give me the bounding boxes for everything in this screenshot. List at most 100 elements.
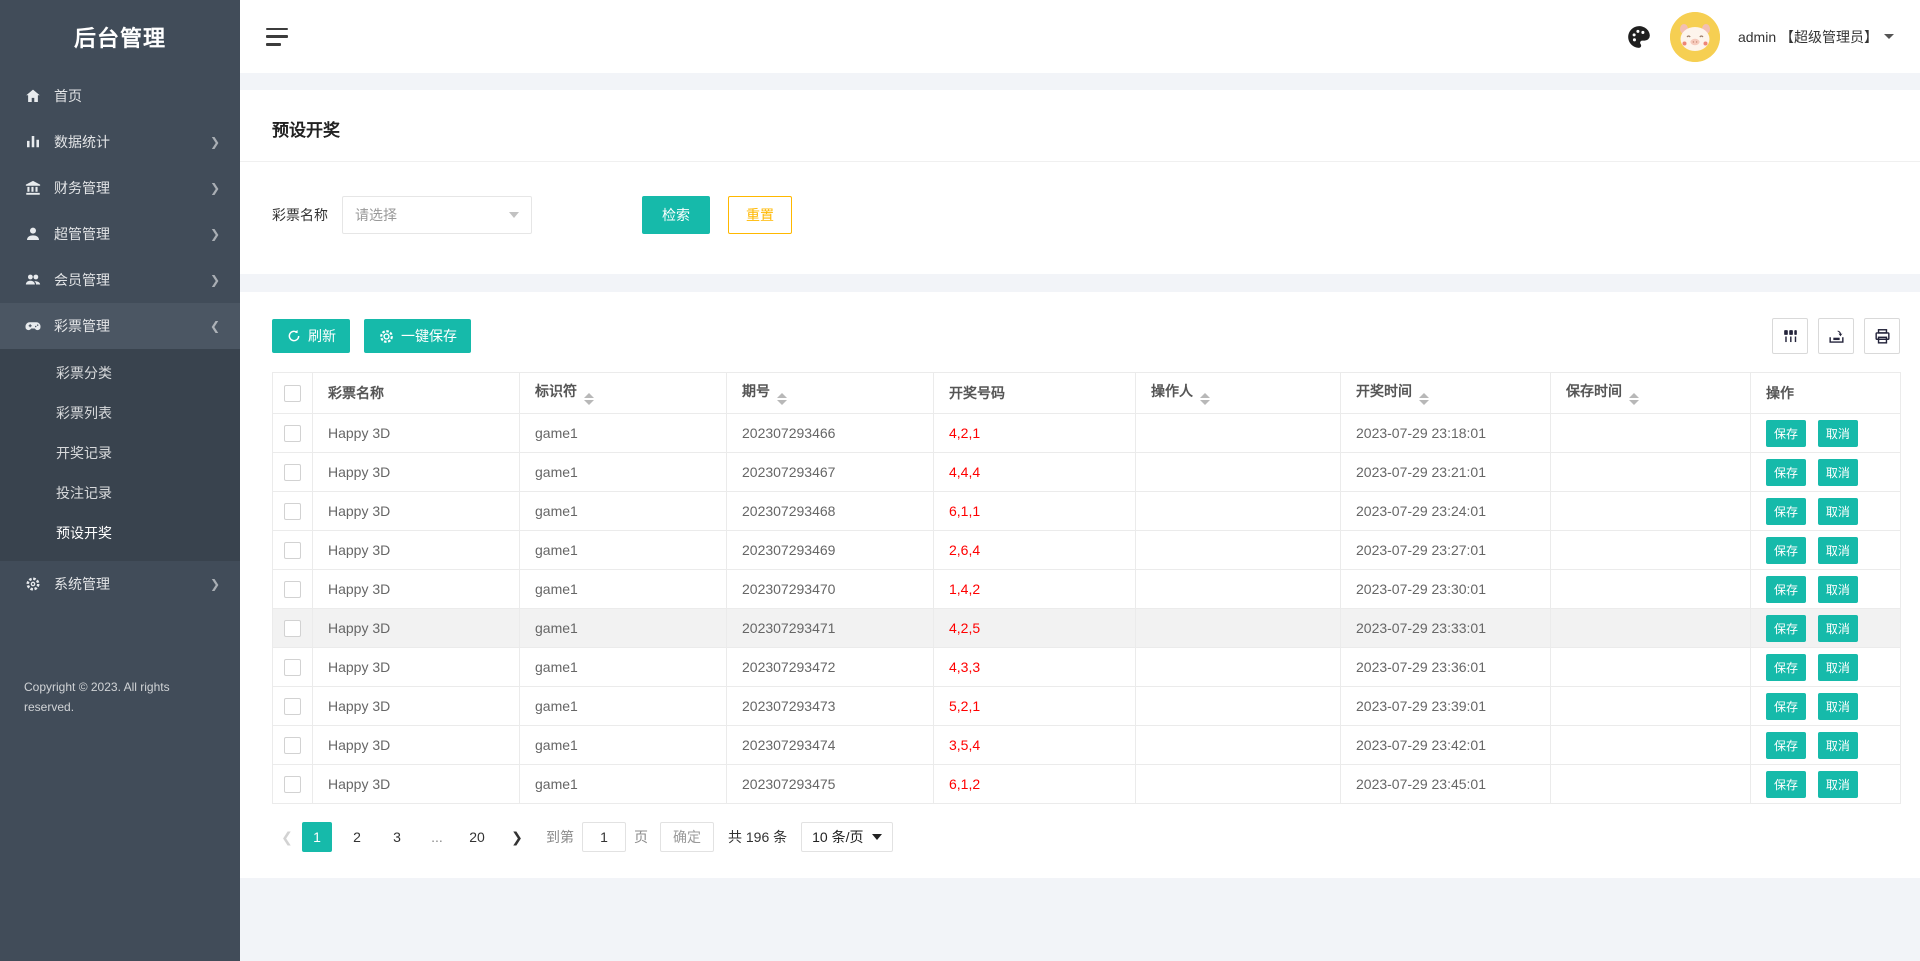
pagination-page-3[interactable]: 3 [382, 822, 412, 852]
topbar: admin 【超级管理员】 [240, 0, 1920, 73]
per-page-select[interactable]: 10 条/页 [801, 822, 893, 852]
sidebar-subitem-lottery-list[interactable]: 彩票列表 [0, 393, 240, 433]
user-menu[interactable]: admin 【超级管理员】 [1738, 27, 1894, 47]
cell-lottery-name: Happy 3D [312, 491, 520, 531]
row-save-button[interactable]: 保存 [1766, 614, 1807, 642]
row-save-button[interactable]: 保存 [1766, 536, 1807, 564]
row-save-button[interactable]: 保存 [1766, 731, 1807, 759]
sort-icon[interactable] [584, 393, 594, 405]
sidebar-item-home[interactable]: 首页 [0, 73, 240, 119]
column-header-operator[interactable]: 操作人 [1135, 372, 1341, 414]
pagination-page-20[interactable]: 20 [462, 822, 492, 852]
column-header-name[interactable]: 彩票名称 [312, 372, 520, 414]
select-caret-icon [871, 834, 882, 840]
chart-icon [24, 133, 42, 151]
row-checkbox[interactable] [284, 775, 301, 793]
sidebar-subitem-bet-records[interactable]: 投注记录 [0, 473, 240, 513]
page-word: 页 [634, 829, 648, 845]
sidebar-item-system[interactable]: 系统管理 ❯ [0, 561, 240, 607]
row-cancel-button[interactable]: 取消 [1817, 692, 1858, 720]
user-avatar[interactable] [1669, 11, 1720, 62]
cell-lottery-name: Happy 3D [312, 413, 520, 453]
select-all-checkbox[interactable] [284, 384, 301, 402]
refresh-button[interactable]: 刷新 [272, 319, 350, 353]
row-save-button[interactable]: 保存 [1766, 419, 1807, 447]
cell-issue: 202307293468 [726, 491, 934, 531]
sidebar-item-members[interactable]: 会员管理 ❯ [0, 257, 240, 303]
row-save-button[interactable]: 保存 [1766, 770, 1807, 798]
sort-icon[interactable] [1419, 393, 1429, 405]
menu-collapse-icon[interactable] [266, 27, 290, 46]
sidebar-item-statistics[interactable]: 数据统计 ❯ [0, 119, 240, 165]
row-checkbox[interactable] [284, 619, 301, 637]
column-header-save-time[interactable]: 保存时间 [1550, 372, 1751, 414]
cell-draw-numbers: 4,2,1 [933, 413, 1136, 453]
row-save-button[interactable]: 保存 [1766, 692, 1807, 720]
row-cancel-button[interactable]: 取消 [1817, 614, 1858, 642]
cell-lottery-name: Happy 3D [312, 608, 520, 648]
row-checkbox[interactable] [284, 502, 301, 520]
table-row: Happy 3D game1 202307293469 2,6,4 2023-0… [272, 530, 1901, 570]
print-icon [1874, 328, 1890, 344]
row-checkbox[interactable] [284, 736, 301, 754]
row-cancel-button[interactable]: 取消 [1817, 536, 1858, 564]
select-caret-icon [509, 212, 519, 218]
cell-draw-time: 2023-07-29 23:24:01 [1340, 491, 1551, 531]
theme-palette-icon[interactable] [1626, 24, 1652, 50]
row-cancel-button[interactable]: 取消 [1817, 575, 1858, 603]
cell-draw-time: 2023-07-29 23:33:01 [1340, 608, 1551, 648]
pagination-prev-icon[interactable]: ❮ [272, 822, 302, 852]
sidebar-item-lottery[interactable]: 彩票管理 ❮ [0, 303, 240, 349]
row-save-button[interactable]: 保存 [1766, 458, 1807, 486]
pagination-page-2[interactable]: 2 [342, 822, 372, 852]
row-checkbox[interactable] [284, 463, 301, 481]
save-all-button[interactable]: 一键保存 [364, 319, 471, 353]
row-checkbox[interactable] [284, 658, 301, 676]
cell-draw-time: 2023-07-29 23:42:01 [1340, 725, 1551, 765]
filter-columns-icon [1783, 329, 1797, 342]
sort-icon[interactable] [1200, 393, 1210, 405]
row-save-button[interactable]: 保存 [1766, 653, 1807, 681]
sort-icon[interactable] [1629, 393, 1639, 405]
row-checkbox[interactable] [284, 697, 301, 715]
cell-draw-time: 2023-07-29 23:39:01 [1340, 686, 1551, 726]
export-button[interactable] [1818, 318, 1854, 354]
sidebar-item-label: 系统管理 [54, 576, 110, 592]
sidebar-subitem-lottery-category[interactable]: 彩票分类 [0, 353, 240, 393]
goto-page-input[interactable] [582, 822, 626, 852]
row-cancel-button[interactable]: 取消 [1817, 419, 1858, 447]
row-checkbox[interactable] [284, 580, 301, 598]
row-cancel-button[interactable]: 取消 [1817, 653, 1858, 681]
sidebar-item-finance[interactable]: 财务管理 ❯ [0, 165, 240, 211]
print-button[interactable] [1864, 318, 1900, 354]
sidebar-subitem-preset-draw[interactable]: 预设开奖 [0, 513, 240, 553]
filter-columns-button[interactable] [1772, 318, 1808, 354]
pagination: ❮ 123... 20 ❯ 到第 页 确定 共 196 条 10 条/页 [272, 804, 1900, 860]
table-row: Happy 3D game1 202307293474 3,5,4 2023-0… [272, 725, 1901, 765]
column-header-issue[interactable]: 期号 [726, 372, 934, 414]
per-page-value: 10 条/页 [812, 829, 864, 845]
row-checkbox[interactable] [284, 424, 301, 442]
sort-icon[interactable] [777, 393, 787, 405]
sidebar-item-label: 超管管理 [54, 226, 110, 242]
preset-draw-table: 彩票名称 标识符 期号 开奖号码 操作人 开奖时间 保存时间 操作 Happy … [272, 372, 1901, 804]
search-button[interactable]: 检索 [642, 196, 710, 234]
row-cancel-button[interactable]: 取消 [1817, 497, 1858, 525]
row-checkbox[interactable] [284, 541, 301, 559]
goto-confirm-button[interactable]: 确定 [660, 822, 714, 852]
reset-button[interactable]: 重置 [728, 196, 792, 234]
row-save-button[interactable]: 保存 [1766, 575, 1807, 603]
chevron-right-icon: ❯ [209, 273, 220, 287]
column-header-code[interactable]: 标识符 [519, 372, 727, 414]
row-cancel-button[interactable]: 取消 [1817, 458, 1858, 486]
sidebar-item-superadmin[interactable]: 超管管理 ❯ [0, 211, 240, 257]
lottery-name-select[interactable]: 请选择 [342, 196, 532, 234]
row-cancel-button[interactable]: 取消 [1817, 731, 1858, 759]
pagination-page-1[interactable]: 1 [302, 822, 332, 852]
column-header-numbers[interactable]: 开奖号码 [933, 372, 1136, 414]
row-cancel-button[interactable]: 取消 [1817, 770, 1858, 798]
column-header-draw-time[interactable]: 开奖时间 [1340, 372, 1551, 414]
row-save-button[interactable]: 保存 [1766, 497, 1807, 525]
sidebar-subitem-draw-records[interactable]: 开奖记录 [0, 433, 240, 473]
pagination-next-icon[interactable]: ❯ [502, 822, 532, 852]
